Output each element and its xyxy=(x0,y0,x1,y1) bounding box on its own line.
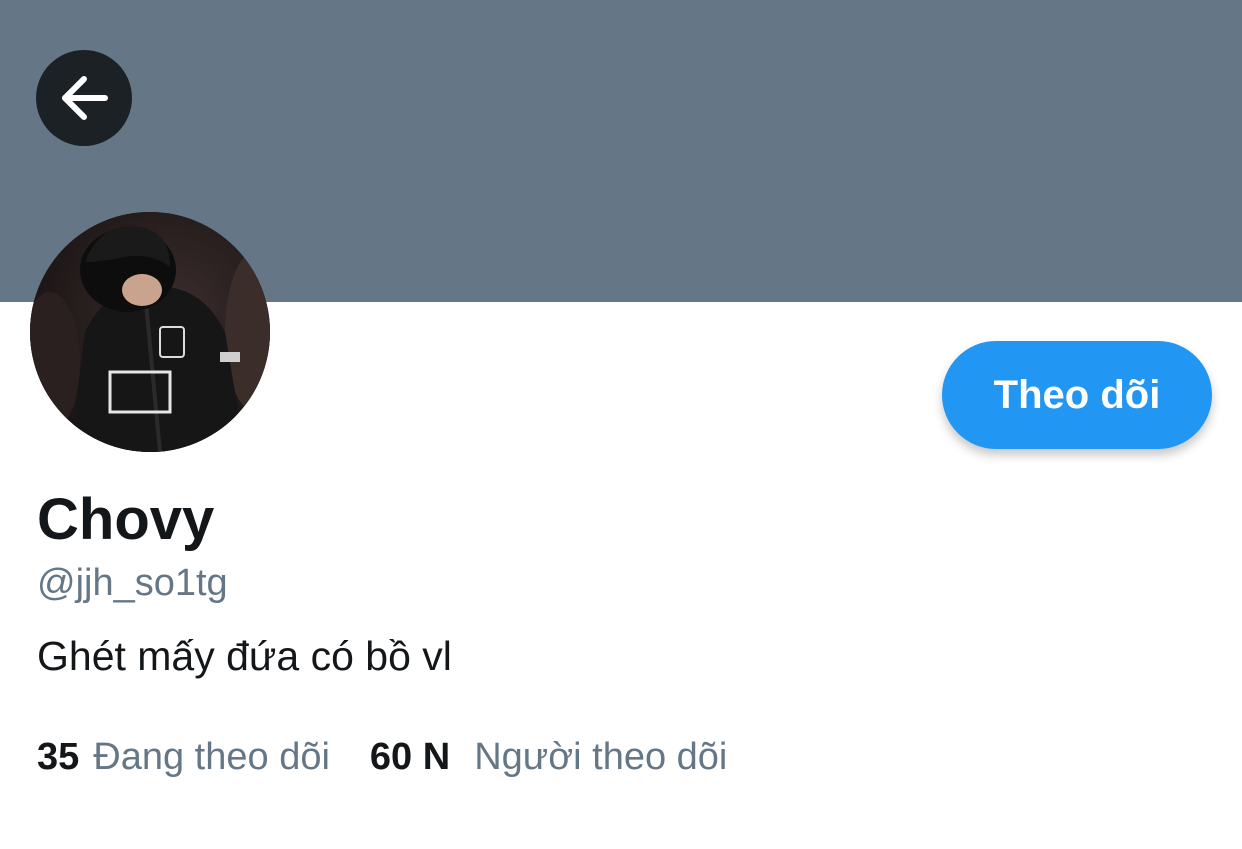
following-stat-link[interactable]: 35 Đang theo dõi xyxy=(37,732,330,782)
followers-stat-link[interactable]: 60 N Người theo dõi xyxy=(370,732,727,782)
follow-button[interactable]: Theo dõi xyxy=(942,341,1212,449)
following-count: 35 xyxy=(37,736,80,778)
followers-label: Người theo dõi xyxy=(474,736,728,778)
bio: Ghét mấy đứa có bồ vl xyxy=(37,633,452,679)
following-label: Đang theo dõi xyxy=(93,736,330,778)
profile-stats: 35 Đang theo dõi 60 N Người theo dõi xyxy=(37,732,727,782)
arrow-left-icon xyxy=(62,76,108,120)
display-name: Chovy xyxy=(37,487,215,552)
followers-count: 60 N xyxy=(369,736,451,778)
back-button[interactable] xyxy=(36,50,132,146)
avatar[interactable] xyxy=(30,212,270,452)
handle: @jjh_so1tg xyxy=(37,562,228,604)
avatar-photo xyxy=(30,212,270,452)
